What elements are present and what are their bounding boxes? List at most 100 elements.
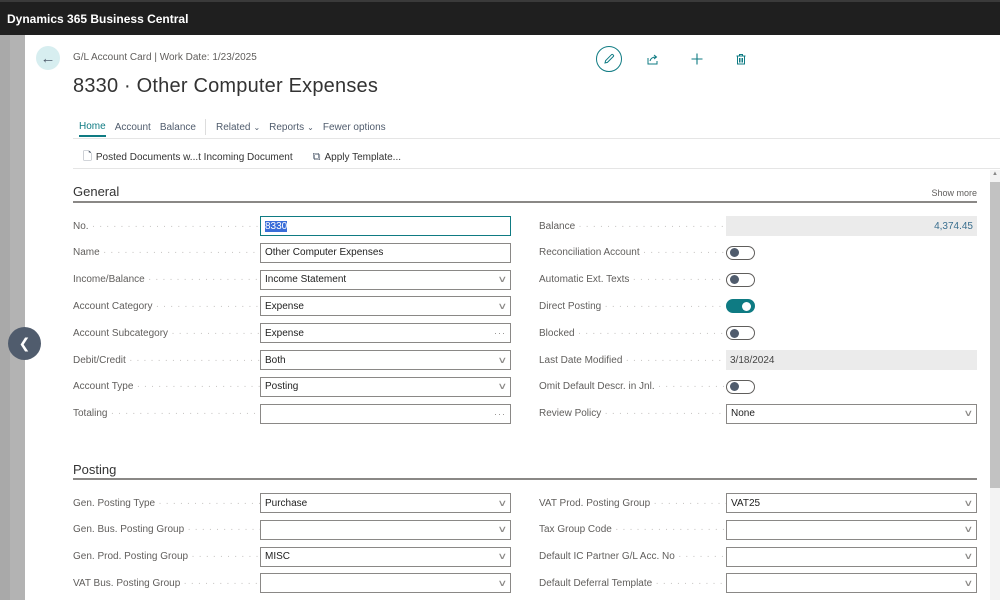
plus-icon xyxy=(691,53,703,65)
debit-credit-select[interactable]: Both ∨ xyxy=(260,350,511,370)
field-vat-bus-posting-group: VAT Bus. Posting Group ∨ xyxy=(73,573,511,594)
toggle-knob xyxy=(730,275,739,285)
fewer-options-button[interactable]: Fewer options xyxy=(323,122,386,136)
gen-posting-type-select[interactable]: Purchase ∨ xyxy=(260,493,511,513)
edit-button[interactable] xyxy=(596,46,622,72)
field-label: Reconciliation Account xyxy=(539,247,726,258)
page-title: 8330 · Other Computer Expenses xyxy=(73,75,379,97)
blocked-toggle[interactable] xyxy=(726,326,755,341)
field-label: Automatic Ext. Texts xyxy=(539,274,726,285)
chevron-down-icon: ⌄ xyxy=(307,122,314,132)
field-income-balance: Income/Balance Income Statement ∨ xyxy=(73,269,511,290)
field-totaling: Totaling · · · xyxy=(73,403,511,424)
chevron-down-icon[interactable]: ∨ xyxy=(498,381,508,392)
general-section-title: General xyxy=(73,184,120,199)
field-label: Balance xyxy=(539,221,726,232)
ellipsis-icon[interactable]: ··· xyxy=(494,328,506,338)
toggle-knob xyxy=(742,301,751,311)
no-input[interactable]: 8330 xyxy=(260,216,511,236)
tab-balance[interactable]: Balance xyxy=(160,122,196,136)
apply-template-label: Apply Template... xyxy=(324,152,402,163)
collapse-panel-button[interactable]: ❮ xyxy=(8,327,41,360)
page-caption: G/L Account Card | Work Date: 1/23/2025 xyxy=(73,52,257,63)
sub-actions: 🗋 Posted Documents w...t Incoming Docume… xyxy=(83,148,421,167)
field-tax-group-code: Tax Group Code ∨ xyxy=(539,519,977,540)
totaling-input[interactable]: ··· xyxy=(260,403,511,424)
toggle-knob xyxy=(730,328,739,338)
tab-account[interactable]: Account xyxy=(115,122,151,136)
field-label: Totaling xyxy=(73,408,260,419)
field-vat-prod-posting-group: VAT Prod. Posting Group VAT25 ∨ xyxy=(539,493,977,513)
default-ic-partner-g-l-acc-no-select[interactable]: ∨ xyxy=(726,546,977,567)
chevron-down-icon[interactable]: ∨ xyxy=(498,274,508,285)
scroll-up-arrow-icon[interactable]: ▲ xyxy=(991,171,999,179)
field-label: Name xyxy=(73,247,260,258)
field-label: Account Type xyxy=(73,381,260,392)
balance-value[interactable]: 4,374.45 xyxy=(726,216,977,236)
chevron-down-icon[interactable]: ∨ xyxy=(964,408,974,419)
tax-group-code-select[interactable]: ∨ xyxy=(726,519,977,540)
account-category-select[interactable]: Expense ∨ xyxy=(260,296,511,317)
field-gen-posting-type: Gen. Posting Type Purchase ∨ xyxy=(73,493,511,513)
income-balance-select[interactable]: Income Statement ∨ xyxy=(260,269,511,290)
chevron-down-icon[interactable]: ∨ xyxy=(498,578,508,589)
chevron-down-icon[interactable]: ∨ xyxy=(498,551,508,562)
chevron-down-icon[interactable]: ∨ xyxy=(498,498,508,509)
vat-prod-posting-group-select[interactable]: VAT25 ∨ xyxy=(726,493,977,513)
ellipsis-icon[interactable]: ··· xyxy=(494,409,506,419)
show-more-link[interactable]: Show more xyxy=(931,188,977,198)
field-value: VAT25 xyxy=(731,497,761,509)
chevron-down-icon[interactable]: ∨ xyxy=(964,578,974,589)
scrollbar-thumb[interactable] xyxy=(990,182,1000,488)
posted-documents-label: Posted Documents w...t Incoming Document xyxy=(95,152,293,163)
field-label: VAT Prod. Posting Group xyxy=(539,498,726,509)
field-account-subcategory: Account Subcategory Expense ··· xyxy=(73,323,511,344)
chevron-down-icon[interactable]: ∨ xyxy=(964,551,974,562)
default-deferral-template-select[interactable]: ∨ xyxy=(726,573,977,594)
chevron-down-icon[interactable]: ∨ xyxy=(498,355,508,366)
chevron-down-icon[interactable]: ∨ xyxy=(964,524,974,535)
chevron-down-icon[interactable]: ∨ xyxy=(964,498,974,509)
posted-documents-button[interactable]: 🗋 Posted Documents w...t Incoming Docume… xyxy=(83,148,293,167)
omit-default-descr-in-jnl-toggle[interactable] xyxy=(726,379,755,394)
delete-button[interactable] xyxy=(728,46,754,72)
gen-bus-posting-group-select[interactable]: ∨ xyxy=(260,519,511,540)
chevron-down-icon[interactable]: ∨ xyxy=(498,301,508,312)
field-value: Expense xyxy=(265,327,304,339)
direct-posting-toggle[interactable] xyxy=(726,299,755,314)
vat-bus-posting-group-select[interactable]: ∨ xyxy=(260,573,511,594)
field-balance: Balance4,374.45 xyxy=(539,216,977,236)
back-button[interactable]: ← xyxy=(36,46,60,70)
field-omit-default-descr-in-jnl: Omit Default Descr. in Jnl. xyxy=(539,377,755,397)
review-policy-select[interactable]: None ∨ xyxy=(726,403,977,424)
chevron-down-icon[interactable]: ∨ xyxy=(498,524,508,535)
field-default-ic-partner-g-l-acc-no: Default IC Partner G/L Acc. No ∨ xyxy=(539,546,977,567)
chevron-left-icon: ❮ xyxy=(18,335,31,351)
field-default-deferral-template: Default Deferral Template ∨ xyxy=(539,573,977,594)
reconciliation-account-toggle[interactable] xyxy=(726,245,755,260)
automatic-ext-texts-toggle[interactable] xyxy=(726,272,755,287)
name-input[interactable]: Other Computer Expenses xyxy=(260,242,511,263)
account-type-select[interactable]: Posting ∨ xyxy=(260,376,511,397)
field-label: Last Date Modified xyxy=(539,355,726,366)
field-debit-credit: Debit/Credit Both ∨ xyxy=(73,350,511,370)
field-value: 8330 xyxy=(265,220,288,232)
gen-prod-posting-group-select[interactable]: MISC ∨ xyxy=(260,546,511,567)
field-value: Expense xyxy=(265,300,304,312)
toggle-knob xyxy=(730,382,739,392)
field-label: Account Category xyxy=(73,301,260,312)
tab-related[interactable]: Related ⌄ xyxy=(216,122,260,136)
new-button[interactable] xyxy=(684,46,710,72)
apply-template-button[interactable]: ⧉ Apply Template... xyxy=(313,148,401,167)
field-label: Default Deferral Template xyxy=(539,578,726,589)
field-no: No. 8330 xyxy=(73,216,511,236)
account-subcategory-input[interactable]: Expense ··· xyxy=(260,323,511,344)
pencil-icon xyxy=(604,53,615,64)
field-direct-posting: Direct Posting xyxy=(539,296,755,316)
share-button[interactable] xyxy=(640,46,666,72)
tab-reports[interactable]: Reports ⌄ xyxy=(269,122,314,136)
field-label: Gen. Bus. Posting Group xyxy=(73,524,260,535)
trash-icon xyxy=(736,54,746,65)
arrow-left-icon: ← xyxy=(40,49,56,67)
tab-home[interactable]: Home xyxy=(79,121,106,137)
